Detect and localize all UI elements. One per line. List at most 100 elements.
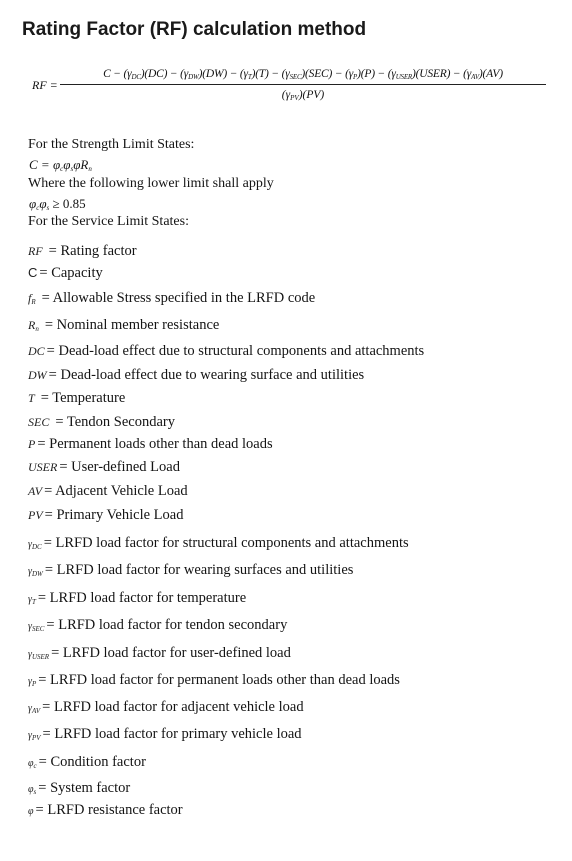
definition-row: SEC = Tendon Secondary	[28, 414, 175, 431]
lower-limit-text: Where the following lower limit shall ap…	[28, 176, 274, 191]
numerator-subscript: DW	[188, 73, 199, 81]
page-title: Rating Factor (RF) calculation method	[22, 19, 367, 40]
definition-symbol: P	[28, 437, 35, 452]
definition-symbol: DC	[28, 344, 45, 359]
definition-symbol: φs	[28, 784, 36, 796]
formula-numerator: C − (γDC)(DC) − (γDW)(DW) − (γT)(T) − (γ…	[60, 66, 546, 83]
definition-description: = LRFD load factor for adjacent vehicle …	[42, 699, 304, 715]
definition-description: = LRFD load factor for wearing surfaces …	[44, 562, 354, 578]
symbol-subscript: P	[31, 680, 37, 688]
definition-description: = Rating factor	[48, 243, 137, 259]
symbol-glyph: DC	[28, 344, 45, 358]
formula-denominator: (γPV)(PV)	[60, 87, 546, 104]
limit-relation: ≥ 0.85	[52, 196, 86, 211]
definition-row: γT = LRFD load factor for temperature	[28, 590, 246, 607]
definition-description: = Tendon Secondary	[55, 414, 175, 430]
definition-symbol: γT	[28, 594, 36, 606]
numerator-text: )(T) − (γ	[251, 68, 290, 80]
definition-symbol: USER	[28, 460, 57, 475]
definition-row: AV = Adjacent Vehicle Load	[28, 483, 188, 500]
numerator-text: C − (γ	[103, 68, 132, 80]
definition-description: = Adjacent Vehicle Load	[44, 483, 188, 499]
symbol-glyph: DW	[28, 368, 47, 382]
symbol-glyph: RF	[28, 244, 43, 258]
symbol-subscript: AV	[31, 707, 41, 715]
symbol-subscript: n	[35, 325, 39, 333]
definition-row: γP = LRFD load factor for permanent loads…	[28, 672, 400, 689]
symbol-glyph: AV	[28, 484, 43, 498]
definition-symbol: T	[28, 391, 35, 406]
definition-symbol: PV	[28, 508, 43, 523]
definition-row: φc = Condition factor	[28, 754, 146, 771]
definition-row: γSEC = LRFD load factor for tendon second…	[28, 617, 287, 634]
definition-symbol: AV	[28, 484, 42, 499]
definition-description: = User-defined Load	[59, 459, 180, 475]
definition-row: PV = Primary Vehicle Load	[28, 507, 183, 524]
symbol-subscript: SEC	[31, 625, 45, 633]
cap-lhs: C	[29, 157, 38, 172]
symbol-subscript: c	[33, 762, 37, 770]
symbol-subscript: PV	[31, 734, 41, 742]
definition-symbol: γSEC	[28, 621, 44, 633]
strength-heading: For the Strength Limit States:	[28, 137, 195, 152]
definition-description: = LRFD load factor for primary vehicle l…	[42, 726, 302, 742]
definition-symbol: φc	[28, 758, 37, 770]
symbol-glyph: T	[28, 391, 35, 405]
symbol-subscript: USER	[31, 653, 50, 661]
numerator-text: )(USER) − (γ	[412, 68, 472, 80]
definition-row: P = Permanent loads other than dead loads	[28, 436, 273, 453]
numerator-text: )(SEC) − (γ	[301, 68, 354, 80]
definition-description: = Dead-load effect due to structural com…	[46, 343, 425, 359]
definition-symbol: γAV	[28, 703, 40, 715]
definition-row: γDC = LRFD load factor for structural com…	[28, 535, 409, 552]
definition-description: = LRFD load factor for temperature	[37, 590, 247, 606]
definition-row: fR = Allowable Stress specified in the LR…	[28, 290, 315, 307]
definition-row: DC = Dead-load effect due to structural c…	[28, 343, 424, 360]
definition-row: USER = User-defined Load	[28, 459, 180, 476]
symbol-glyph: P	[28, 437, 36, 451]
denominator-sub: PV	[290, 94, 299, 102]
definition-symbol: fR	[28, 291, 36, 306]
service-heading: For the Service Limit States:	[28, 214, 189, 229]
definition-symbol: SEC	[28, 415, 49, 430]
definition-row: γDW = LRFD load factor for wearing surfac…	[28, 562, 353, 579]
limit-phi-s: φ	[39, 196, 47, 211]
definition-description: = Nominal member resistance	[44, 317, 220, 333]
definition-row: φ = LRFD resistance factor	[28, 802, 183, 819]
definition-row: DW = Dead-load effect due to wearing surf…	[28, 367, 364, 384]
symbol-glyph: C	[28, 265, 38, 280]
definition-description: = Condition factor	[38, 754, 146, 770]
definition-symbol: Rn	[28, 318, 39, 333]
definition-description: = Permanent loads other than dead loads	[37, 436, 273, 452]
symbol-glyph: φ	[28, 806, 34, 817]
definition-row: T = Temperature	[28, 390, 125, 407]
fraction-bar	[60, 84, 546, 85]
denominator-pre: (γ	[281, 89, 291, 101]
symbol-glyph: SEC	[28, 415, 50, 429]
rating-factor-formula: RF = C − (γDC)(DC) − (γDW)(DW) − (γT)(T)…	[32, 66, 552, 112]
formula-lhs: RF =	[32, 78, 58, 92]
document-page: Rating Factor (RF) calculation method RF…	[0, 0, 572, 861]
numerator-text: )(P) − (γ	[357, 68, 396, 80]
definition-description: = Dead-load effect due to wearing surfac…	[48, 367, 365, 383]
definition-symbol: γDC	[28, 539, 42, 551]
definition-row: Rn = Nominal member resistance	[28, 317, 219, 334]
definition-symbol: φ	[28, 806, 34, 817]
numerator-subscript: AV	[471, 73, 479, 81]
definition-symbol: RF	[28, 244, 43, 259]
symbol-subscript: R	[31, 298, 36, 306]
denominator-post: )(PV)	[298, 89, 325, 101]
numerator-text: )(DW) − (γ	[198, 68, 248, 80]
definition-row: γAV = LRFD load factor for adjacent vehic…	[28, 699, 304, 716]
definition-symbol: DW	[28, 368, 47, 383]
cap-phi-r: φR	[73, 157, 89, 172]
cap-eq: =	[40, 157, 50, 172]
definition-description: = Primary Vehicle Load	[44, 507, 184, 523]
numerator-subscript: USER	[395, 73, 413, 81]
definition-description: = System factor	[38, 780, 131, 796]
definition-symbol: γUSER	[28, 649, 49, 661]
definition-description: = Temperature	[40, 390, 126, 406]
numerator-subscript: DC	[131, 73, 141, 81]
definition-row: γPV = LRFD load factor for primary vehicl…	[28, 726, 302, 743]
definition-row: γUSER = LRFD load factor for user-defined…	[28, 645, 291, 662]
